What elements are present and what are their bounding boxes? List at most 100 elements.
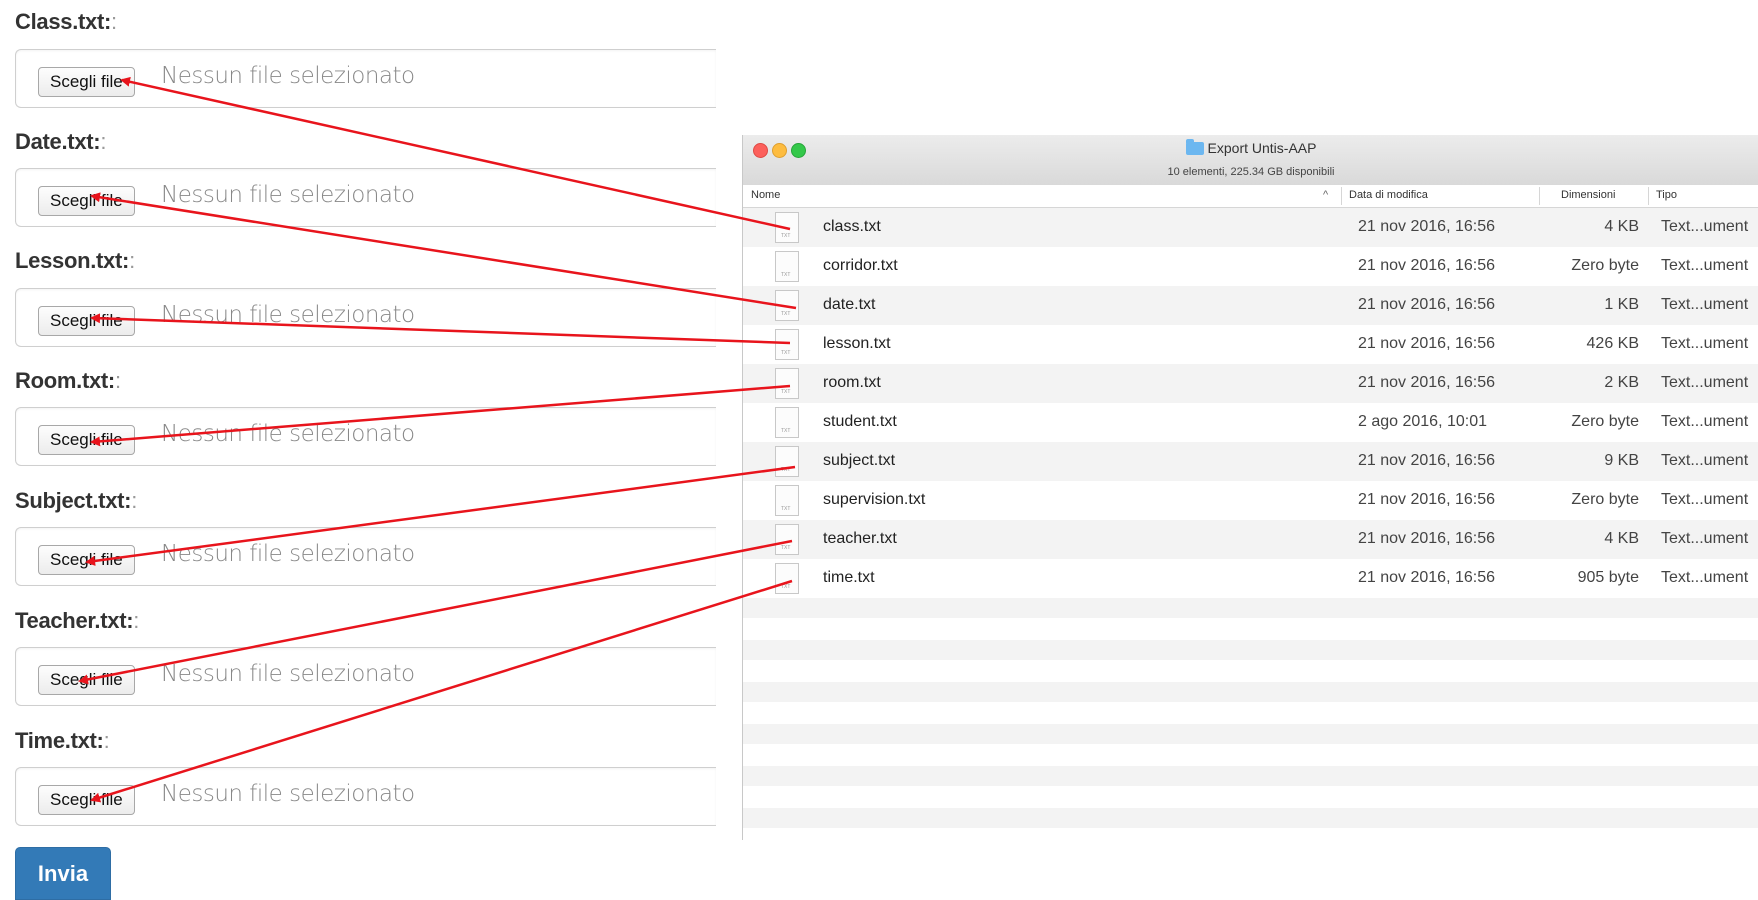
file-name: subject.txt	[823, 452, 896, 469]
file-row[interactable]: date.txt 21 nov 2016, 16:56 1 KB Text...…	[743, 286, 1758, 325]
sort-ascending-icon[interactable]: ^	[1323, 189, 1328, 201]
column-date[interactable]: Data di modifica	[1349, 189, 1428, 201]
field-label-date: Date.txt::	[15, 129, 107, 154]
file-status: Nessun file selezionato	[161, 182, 415, 208]
file-row[interactable]: subject.txt 21 nov 2016, 16:56 9 KB Text…	[743, 442, 1758, 481]
folder-icon	[1185, 139, 1204, 155]
file-size: Zero byte	[1571, 257, 1639, 274]
file-row[interactable]: lesson.txt 21 nov 2016, 16:56 426 KB Tex…	[743, 325, 1758, 364]
file-date: 21 nov 2016, 16:56	[1358, 296, 1496, 313]
text-file-icon	[775, 290, 799, 321]
file-type: Text...ument	[1661, 413, 1749, 430]
choose-file-button[interactable]: Scegli file	[38, 665, 135, 695]
file-name: room.txt	[823, 374, 881, 391]
finder-window: Export Untis-AAP 10 elementi, 225.34 GB …	[742, 135, 1758, 840]
text-file-icon	[775, 251, 799, 282]
file-date: 21 nov 2016, 16:56	[1358, 569, 1496, 586]
file-input-class[interactable]: Scegli file Nessun file selezionato	[15, 49, 716, 108]
file-type: Text...ument	[1661, 335, 1749, 352]
empty-row	[743, 640, 1758, 660]
title-bar[interactable]: Export Untis-AAP 10 elementi, 225.34 GB …	[743, 135, 1758, 186]
file-name: lesson.txt	[823, 335, 891, 352]
field-label-time: Time.txt::	[15, 728, 110, 753]
choose-file-button[interactable]: Scegli file	[38, 425, 135, 455]
file-date: 21 nov 2016, 16:56	[1358, 374, 1496, 391]
file-date: 21 nov 2016, 16:56	[1358, 257, 1496, 274]
file-row[interactable]: class.txt 21 nov 2016, 16:56 4 KB Text..…	[743, 208, 1758, 247]
file-row[interactable]: supervision.txt 21 nov 2016, 16:56 Zero …	[743, 481, 1758, 520]
file-date: 21 nov 2016, 16:56	[1358, 530, 1496, 547]
field-label-teacher: Teacher.txt::	[15, 608, 140, 633]
field-label-class: Class.txt::	[15, 9, 117, 34]
file-row[interactable]: corridor.txt 21 nov 2016, 16:56 Zero byt…	[743, 247, 1758, 286]
file-size: 1 KB	[1604, 296, 1639, 313]
submit-button[interactable]: Invia	[15, 847, 111, 900]
empty-row	[743, 766, 1758, 786]
text-file-icon	[775, 446, 799, 477]
file-row[interactable]: room.txt 21 nov 2016, 16:56 2 KB Text...…	[743, 364, 1758, 403]
column-divider[interactable]	[1341, 187, 1342, 205]
file-input-date[interactable]: Scegli file Nessun file selezionato	[15, 168, 716, 227]
file-status: Nessun file selezionato	[161, 541, 415, 567]
file-status: Nessun file selezionato	[161, 302, 415, 328]
file-date: 21 nov 2016, 16:56	[1358, 335, 1496, 352]
text-file-icon	[775, 485, 799, 516]
file-name: supervision.txt	[823, 491, 926, 508]
column-divider[interactable]	[1539, 187, 1540, 205]
file-input-time[interactable]: Scegli file Nessun file selezionato	[15, 767, 716, 826]
column-divider[interactable]	[1648, 187, 1649, 205]
file-row[interactable]: teacher.txt 21 nov 2016, 16:56 4 KB Text…	[743, 520, 1758, 559]
file-status: Nessun file selezionato	[161, 661, 415, 687]
file-name: corridor.txt	[823, 257, 898, 274]
file-type: Text...ument	[1661, 374, 1749, 391]
choose-file-button[interactable]: Scegli file	[38, 306, 135, 336]
empty-row	[743, 682, 1758, 702]
window-title: Export Untis-AAP	[743, 139, 1758, 156]
file-input-teacher[interactable]: Scegli file Nessun file selezionato	[15, 647, 716, 706]
file-name: teacher.txt	[823, 530, 897, 547]
file-status: Nessun file selezionato	[161, 781, 415, 807]
field-label-lesson: Lesson.txt::	[15, 248, 135, 273]
file-size: 426 KB	[1586, 335, 1639, 352]
file-type: Text...ument	[1661, 569, 1749, 586]
column-header: Nome ^ Data di modifica Dimensioni Tipo	[743, 185, 1758, 208]
text-file-icon	[775, 212, 799, 243]
file-name: time.txt	[823, 569, 875, 586]
choose-file-button[interactable]: Scegli file	[38, 186, 135, 216]
file-size: Zero byte	[1571, 491, 1639, 508]
file-size: 4 KB	[1604, 530, 1639, 547]
file-date: 21 nov 2016, 16:56	[1358, 218, 1496, 235]
column-name[interactable]: Nome	[751, 189, 780, 201]
file-size: 2 KB	[1604, 374, 1639, 391]
file-type: Text...ument	[1661, 218, 1749, 235]
file-status: Nessun file selezionato	[161, 421, 415, 447]
file-size: Zero byte	[1571, 413, 1639, 430]
file-size: 4 KB	[1604, 218, 1639, 235]
column-size[interactable]: Dimensioni	[1561, 189, 1615, 201]
text-file-icon	[775, 407, 799, 438]
file-name: class.txt	[823, 218, 881, 235]
file-type: Text...ument	[1661, 530, 1749, 547]
file-type: Text...ument	[1661, 257, 1749, 274]
file-size: 905 byte	[1577, 569, 1639, 586]
text-file-icon	[775, 563, 799, 594]
choose-file-button[interactable]: Scegli file	[38, 545, 135, 575]
file-type: Text...ument	[1661, 491, 1749, 508]
text-file-icon	[775, 368, 799, 399]
choose-file-button[interactable]: Scegli file	[38, 67, 135, 97]
file-size: 9 KB	[1604, 452, 1639, 469]
file-row[interactable]: time.txt 21 nov 2016, 16:56 905 byte Tex…	[743, 559, 1758, 598]
file-input-lesson[interactable]: Scegli file Nessun file selezionato	[15, 288, 716, 347]
field-label-room: Room.txt::	[15, 368, 121, 393]
file-input-room[interactable]: Scegli file Nessun file selezionato	[15, 407, 716, 466]
file-type: Text...ument	[1661, 296, 1749, 313]
file-input-subject[interactable]: Scegli file Nessun file selezionato	[15, 527, 716, 586]
file-row[interactable]: student.txt 2 ago 2016, 10:01 Zero byte …	[743, 403, 1758, 442]
column-type[interactable]: Tipo	[1656, 189, 1677, 201]
upload-form: Class.txt:: Scegli file Nessun file sele…	[0, 0, 716, 900]
choose-file-button[interactable]: Scegli file	[38, 785, 135, 815]
file-date: 2 ago 2016, 10:01	[1358, 413, 1488, 430]
empty-row	[743, 598, 1758, 618]
empty-row	[743, 724, 1758, 744]
field-label-subject: Subject.txt::	[15, 488, 137, 513]
